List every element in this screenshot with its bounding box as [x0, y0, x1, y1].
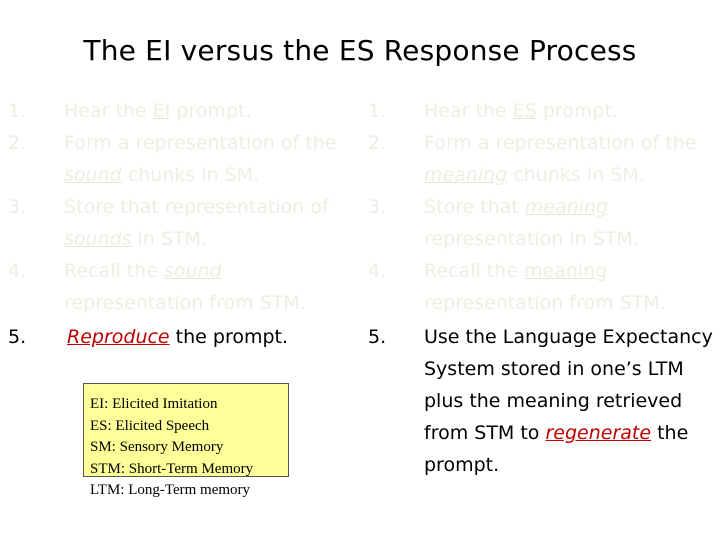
- item-number: 1.: [8, 100, 27, 122]
- item-text: chunks in SM.: [121, 164, 260, 186]
- item-text: prompt.: [424, 454, 500, 476]
- item-text: from STM to: [424, 422, 546, 444]
- emphasis: meaning: [523, 260, 608, 282]
- item-text: Hear the: [64, 100, 153, 122]
- list-item: 1. Hear the ES prompt.: [368, 95, 718, 127]
- slide-title: The EI versus the ES Response Process: [83, 34, 637, 67]
- list-item: 2. Form a representation of the sound ch…: [8, 127, 358, 191]
- emphasis: EI: [152, 100, 171, 122]
- item-text: Hear the: [424, 100, 513, 122]
- item-text: prompt.: [536, 100, 618, 122]
- emphasis: ES: [512, 100, 537, 122]
- item-text: Form a representation of the: [424, 132, 697, 154]
- item-text: the prompt.: [169, 326, 289, 348]
- item-text: Store that: [424, 196, 525, 218]
- list-item-active: 5. Use the Language Expectancy System st…: [368, 321, 718, 481]
- list-item: 3. Store that meaning representation in …: [368, 191, 718, 255]
- es-process-list: 1. Hear the ES prompt. 2. Form a represe…: [368, 95, 718, 481]
- list-item: 4. Recall the meaning representation fro…: [368, 255, 718, 319]
- legend-entry: SM: Sensory Memory: [90, 439, 224, 456]
- item-number: 2.: [368, 132, 387, 154]
- emphasis: meaning: [424, 164, 508, 186]
- item-number: 3.: [8, 196, 27, 218]
- item-number: 5.: [368, 326, 387, 348]
- list-item: 4. Recall the sound representation from …: [8, 255, 358, 319]
- item-text: chunks in SM.: [507, 164, 645, 186]
- item-text: representation from STM.: [64, 292, 306, 314]
- item-number: 2.: [8, 132, 27, 154]
- item-text: Store that representation of: [64, 196, 329, 218]
- item-text: prompt.: [170, 100, 252, 122]
- ei-process-list: 1. Hear the EI prompt. 2. Form a represe…: [8, 95, 358, 353]
- item-text: System stored in one’s LTM: [424, 358, 684, 380]
- item-text: Recall the: [64, 260, 164, 282]
- list-item-active: 5. Reproduce the prompt.: [8, 321, 358, 353]
- list-item: 2. Form a representation of the meaning …: [368, 127, 718, 191]
- item-text: the: [651, 422, 689, 444]
- emphasis: sound: [64, 164, 122, 186]
- item-text: Use the Language Expectancy: [424, 326, 713, 348]
- item-number: 5.: [8, 326, 27, 348]
- item-text: Form a representation of the: [64, 132, 337, 154]
- item-text: representation in STM.: [424, 228, 639, 250]
- legend-entry: STM: Short-Term Memory: [90, 460, 254, 477]
- item-number: 4.: [368, 260, 387, 282]
- item-number: 4.: [8, 260, 27, 282]
- item-number: 3.: [368, 196, 387, 218]
- emphasis-reproduce: Reproduce: [67, 326, 170, 348]
- item-text: representation from STM.: [424, 292, 666, 314]
- item-text: in STM.: [131, 228, 208, 250]
- item-number: 1.: [368, 100, 387, 122]
- abbreviation-legend: EI: Elicited Imitation ES: Elicited Spee…: [83, 383, 289, 498]
- item-text: Recall the: [424, 260, 524, 282]
- legend-entry: LTM: Long-Term memory: [90, 482, 251, 499]
- emphasis-regenerate: regenerate: [545, 422, 652, 444]
- list-item: 3. Store that representation of sounds i…: [8, 191, 358, 255]
- item-text: plus the meaning retrieved: [424, 390, 683, 412]
- emphasis: sound: [163, 260, 222, 282]
- emphasis: sounds: [64, 228, 132, 250]
- legend-entry: ES: Elicited Speech: [90, 417, 210, 434]
- emphasis: meaning: [524, 196, 609, 218]
- list-item: 1. Hear the EI prompt.: [8, 95, 358, 127]
- legend-entry: EI: Elicited Imitation: [90, 396, 218, 412]
